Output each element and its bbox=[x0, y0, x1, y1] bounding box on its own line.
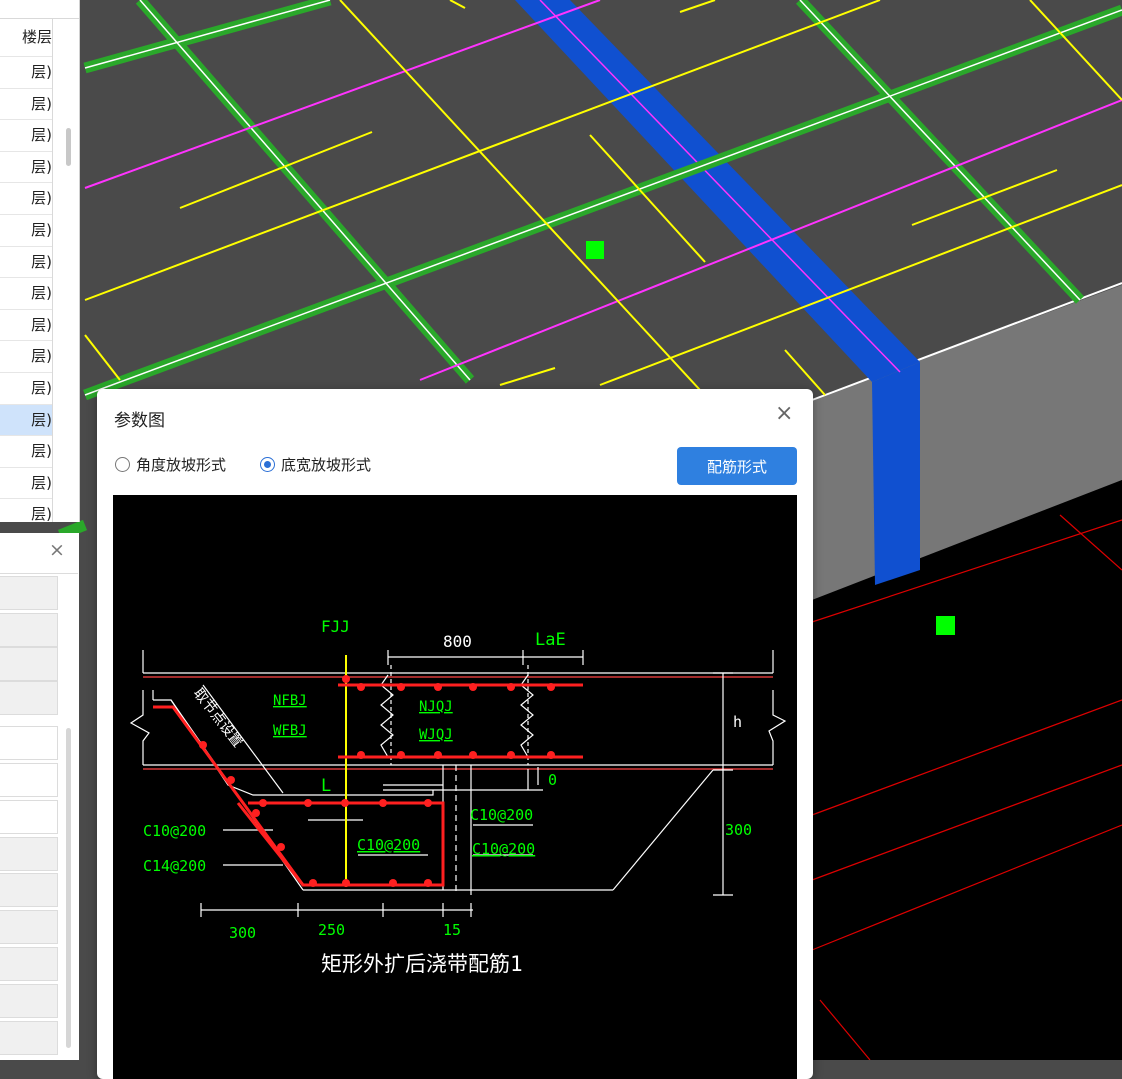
property-cell[interactable] bbox=[0, 726, 58, 760]
floor-row[interactable]: 层) bbox=[0, 56, 52, 88]
dim-800: 800 bbox=[443, 632, 472, 651]
dim-250: 250 bbox=[318, 921, 345, 939]
floor-row[interactable]: 层) bbox=[0, 308, 52, 341]
floor-row[interactable]: 层) bbox=[0, 182, 52, 214]
dim-300-right: 300 bbox=[725, 821, 752, 839]
label-l: L bbox=[321, 776, 331, 796]
label-lae: LaE bbox=[535, 630, 566, 650]
label-nfbj: NFBJ bbox=[273, 693, 307, 709]
parameter-drawing: FJJ 800 LaE NFBJ WFBJ NJQJ WJQJ h 0 L 取节… bbox=[113, 495, 797, 1079]
label-wjqj: WJQJ bbox=[419, 727, 453, 743]
floor-list-panel: 楼层 层) 层) 层) 层) 层) 层) 层) 层) 层) 层) 层) 层) 层) 层) 层) bbox=[0, 0, 80, 522]
floor-row[interactable]: 层) bbox=[0, 435, 52, 467]
radio-circle-icon[interactable] bbox=[115, 456, 130, 472]
dim-15: 15 bbox=[443, 921, 461, 939]
grip-point bbox=[936, 616, 955, 635]
property-cell[interactable] bbox=[0, 576, 58, 610]
dialog-title: 参数图 bbox=[114, 411, 165, 431]
property-cell[interactable] bbox=[0, 800, 58, 834]
floor-row[interactable]: 层) bbox=[0, 214, 52, 246]
floor-row[interactable]: 层) bbox=[0, 372, 52, 404]
grip-point bbox=[586, 241, 604, 259]
property-cell[interactable] bbox=[0, 910, 58, 944]
close-icon[interactable]: × bbox=[775, 401, 793, 426]
floor-row[interactable]: 层) bbox=[0, 340, 52, 372]
floor-column-header: 楼层 bbox=[21, 28, 52, 46]
floor-list-scrollbar[interactable] bbox=[66, 128, 71, 166]
label-c10-right-1: C10@200 bbox=[470, 806, 533, 824]
label-fjj: FJJ bbox=[321, 617, 350, 636]
rebar-form-button[interactable]: 配筋形式 bbox=[677, 447, 797, 485]
drawing-caption: 矩形外扩后浇带配筋1 bbox=[321, 952, 523, 976]
label-c10-right-2: C10@200 bbox=[472, 840, 535, 858]
floor-row[interactable]: 层) bbox=[0, 466, 52, 499]
dim-300: 300 bbox=[229, 924, 256, 942]
property-cell[interactable] bbox=[0, 613, 58, 647]
label-c10-left: C10@200 bbox=[143, 822, 206, 840]
radio-angle-slope[interactable]: 角度放坡形式 bbox=[115, 453, 226, 475]
radio-label: 底宽放坡形式 bbox=[281, 455, 372, 474]
parameter-diagram-dialog: 参数图 × 角度放坡形式 底宽放坡形式 配筋形式 FJJ 800 LaE NFB… bbox=[97, 389, 813, 1079]
radio-circle-selected-icon[interactable] bbox=[260, 456, 275, 472]
close-icon[interactable]: × bbox=[49, 539, 65, 561]
label-h: h bbox=[733, 713, 742, 731]
property-cell[interactable] bbox=[0, 763, 58, 797]
floor-row[interactable]: 层) bbox=[0, 119, 52, 151]
label-wfbj: WFBJ bbox=[273, 723, 307, 739]
property-cell[interactable] bbox=[0, 873, 58, 907]
floor-row[interactable]: 层) bbox=[0, 498, 52, 522]
label-zero: 0 bbox=[548, 771, 557, 789]
property-cell[interactable] bbox=[0, 984, 58, 1018]
property-panel-scrollbar[interactable] bbox=[66, 728, 71, 1048]
property-cell[interactable] bbox=[0, 837, 58, 871]
floor-row[interactable]: 层) bbox=[0, 403, 52, 436]
floor-row[interactable]: 层) bbox=[0, 87, 52, 120]
property-cell[interactable] bbox=[0, 1021, 58, 1055]
floor-row[interactable]: 层) bbox=[0, 245, 52, 278]
radio-bottom-width-slope[interactable]: 底宽放坡形式 bbox=[260, 453, 371, 475]
label-c10-mid: C10@200 bbox=[357, 836, 420, 854]
label-njqj: NJQJ bbox=[419, 699, 453, 715]
property-cell[interactable] bbox=[0, 647, 58, 681]
property-cell[interactable] bbox=[0, 681, 58, 715]
floor-row[interactable]: 层) bbox=[0, 150, 52, 183]
radio-label: 角度放坡形式 bbox=[136, 455, 227, 474]
label-c14-left: C14@200 bbox=[143, 857, 206, 875]
property-cell[interactable] bbox=[0, 947, 58, 981]
property-panel: × bbox=[0, 533, 79, 1060]
floor-row[interactable]: 层) bbox=[0, 277, 52, 309]
